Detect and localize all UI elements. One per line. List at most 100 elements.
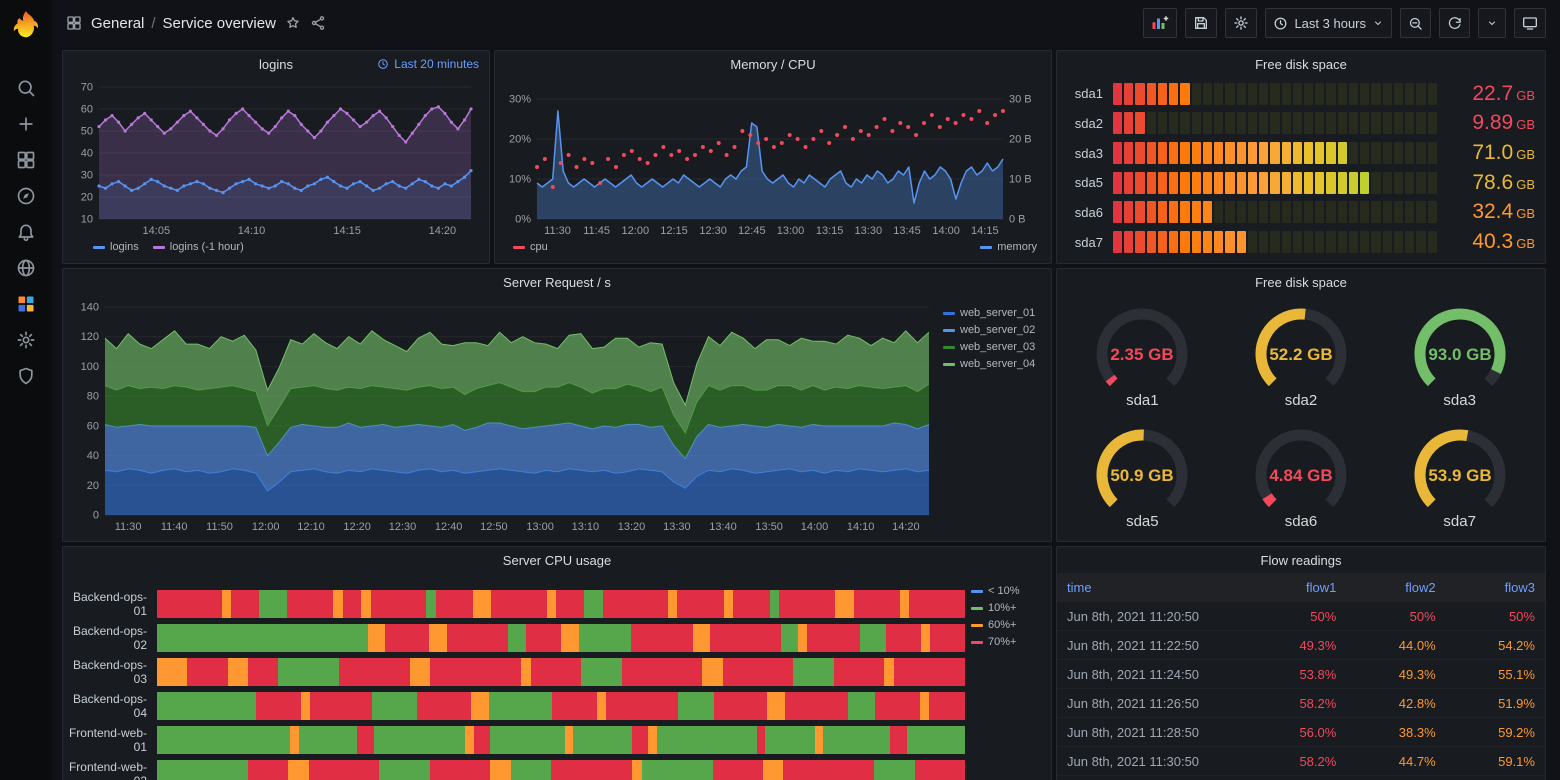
refresh-button[interactable] [1439, 8, 1470, 38]
dashboard: logins Last 20 minutes 1020304050607014:… [52, 46, 1560, 780]
panel-title[interactable]: Memory / CPU [730, 57, 815, 72]
timeline-bar[interactable] [157, 658, 965, 686]
world-globe-icon[interactable] [0, 250, 52, 286]
breadcrumb-page[interactable]: Service overview [163, 15, 276, 32]
gauge: 4.84 GBsda6 [1226, 423, 1376, 530]
timeline-bar[interactable] [157, 726, 965, 754]
alerting-bell-icon[interactable] [0, 214, 52, 250]
search-icon[interactable] [0, 70, 52, 106]
panel-header[interactable]: Server Request / s [63, 269, 1051, 295]
svg-text:60: 60 [81, 104, 93, 116]
table-row[interactable]: Jun 8th, 2021 11:20:5050%50%50% [1057, 602, 1545, 631]
svg-text:14:15: 14:15 [971, 225, 999, 237]
column-header[interactable]: flow1 [1247, 580, 1346, 595]
table-row[interactable]: Jun 8th, 2021 11:22:5049.3%44.0%54.2% [1057, 631, 1545, 660]
share-icon[interactable] [310, 15, 326, 31]
legend-item[interactable]: web_server_04 [943, 358, 1043, 370]
gauge-label: sda5 [1126, 513, 1159, 530]
bar-gauge-row: sda371.0GB [1067, 140, 1535, 166]
legend-item[interactable]: 70%+ [971, 636, 1045, 648]
panel-header[interactable]: Free disk space [1057, 51, 1545, 77]
refresh-interval-dropdown[interactable] [1478, 8, 1506, 38]
timeline-bar[interactable] [157, 760, 965, 780]
legend-item[interactable]: 60%+ [971, 619, 1045, 631]
column-header[interactable]: flow3 [1446, 580, 1545, 595]
explore-compass-icon[interactable] [0, 178, 52, 214]
table-row[interactable]: Jun 8th, 2021 11:24:5053.8%49.3%55.1% [1057, 660, 1545, 689]
time-range-badge[interactable]: Last 20 minutes [377, 51, 479, 77]
gauge: 50.9 GBsda5 [1067, 423, 1217, 530]
save-dashboard-button[interactable] [1185, 8, 1217, 38]
legend-item[interactable]: < 10% [971, 585, 1045, 597]
dashboards-icon[interactable] [0, 142, 52, 178]
clock-icon [377, 58, 389, 70]
column-header[interactable]: time [1057, 580, 1247, 595]
svg-text:30: 30 [81, 170, 93, 182]
svg-text:93.0 GB: 93.0 GB [1428, 345, 1491, 364]
panel-title[interactable]: Server CPU usage [503, 553, 611, 568]
cpu-usage-timeline[interactable]: Backend-ops-01Backend-ops-02Backend-ops-… [63, 575, 965, 780]
grafana-logo-icon[interactable] [0, 0, 52, 50]
legend-item[interactable]: web_server_03 [943, 341, 1043, 353]
add-panel-button[interactable] [1143, 8, 1177, 38]
svg-text:40: 40 [81, 148, 93, 160]
configuration-gear-icon[interactable] [0, 322, 52, 358]
add-icon[interactable] [0, 106, 52, 142]
timeline-row: Frontend-web-01 [63, 723, 965, 757]
dashboard-settings-button[interactable] [1225, 8, 1257, 38]
logins-chart[interactable]: 1020304050607014:0514:1014:1514:20 [71, 79, 481, 237]
panel-title[interactable]: logins [259, 57, 293, 72]
legend-swatch [971, 641, 983, 644]
legend-item[interactable]: 10%+ [971, 602, 1045, 614]
star-icon[interactable] [285, 15, 301, 31]
panel-header[interactable]: Flow readings [1057, 547, 1545, 573]
legend-swatch [943, 312, 955, 315]
svg-text:13:45: 13:45 [893, 225, 921, 237]
panel-header[interactable]: Memory / CPU [495, 51, 1051, 77]
breadcrumb-section[interactable]: General [91, 15, 144, 32]
time-range-badge-label: Last 20 minutes [394, 57, 479, 71]
server-admin-shield-icon[interactable] [0, 358, 52, 394]
panel-header[interactable]: Server CPU usage [63, 547, 1051, 573]
app-plugin-icon[interactable] [0, 286, 52, 322]
table-row[interactable]: Jun 8th, 2021 11:32:5046.3%40.6%57.0% [1057, 776, 1545, 780]
svg-text:100: 100 [81, 361, 99, 373]
panel-header[interactable]: logins Last 20 minutes [63, 51, 489, 77]
svg-text:13:20: 13:20 [618, 521, 646, 533]
panel-title[interactable]: Free disk space [1255, 57, 1347, 72]
timeline-bar[interactable] [157, 624, 965, 652]
time-range-picker[interactable]: Last 3 hours [1265, 8, 1392, 38]
column-header[interactable]: flow2 [1346, 580, 1445, 595]
tv-mode-button[interactable] [1514, 8, 1546, 38]
svg-text:0 B: 0 B [1009, 214, 1026, 226]
table-row[interactable]: Jun 8th, 2021 11:28:5056.0%38.3%59.2% [1057, 718, 1545, 747]
bar-gauge-rows[interactable]: sda122.7GBsda29.89GBsda371.0GBsda578.6GB… [1067, 79, 1535, 257]
panel-title[interactable]: Free disk space [1255, 275, 1347, 290]
svg-text:40: 40 [87, 450, 99, 462]
table-row[interactable]: Jun 8th, 2021 11:26:5058.2%42.8%51.9% [1057, 689, 1545, 718]
svg-text:53.9 GB: 53.9 GB [1428, 466, 1491, 485]
legend-item[interactable]: logins [93, 241, 139, 253]
timeline-row: Backend-ops-03 [63, 655, 965, 689]
breadcrumb[interactable]: General / Service overview [91, 15, 276, 32]
table-row[interactable]: Jun 8th, 2021 11:30:5058.2%44.7%59.1% [1057, 747, 1545, 776]
svg-text:12:10: 12:10 [297, 521, 325, 533]
panel-title[interactable]: Flow readings [1261, 553, 1342, 568]
svg-text:10 B: 10 B [1009, 174, 1032, 186]
legend-item[interactable]: web_server_02 [943, 324, 1043, 336]
flow-readings-table[interactable]: timeflow1flow2flow3 Jun 8th, 2021 11:20:5… [1057, 573, 1545, 780]
legend-item[interactable]: cpu [513, 241, 548, 253]
server-requests-chart[interactable]: 02040608010012014011:3011:4011:5012:0012… [71, 297, 937, 537]
timeline-bar[interactable] [157, 692, 965, 720]
legend-item[interactable]: logins (-1 hour) [153, 241, 244, 253]
panel-title[interactable]: Server Request / s [503, 275, 611, 290]
legend-item[interactable]: memory [980, 241, 1037, 253]
panel-header[interactable]: Free disk space [1057, 269, 1545, 295]
gauge: 2.35 GBsda1 [1067, 302, 1217, 409]
svg-text:70: 70 [81, 82, 93, 94]
legend-item[interactable]: web_server_01 [943, 307, 1043, 319]
zoom-out-button[interactable] [1400, 8, 1431, 38]
gauge-grid[interactable]: 2.35 GBsda152.2 GBsda293.0 GBsda350.9 GB… [1063, 295, 1539, 537]
timeline-bar[interactable] [157, 590, 965, 618]
memory-cpu-chart[interactable]: 0%10%20%30%0 B10 B20 B30 B11:3011:4512:0… [503, 79, 1043, 237]
